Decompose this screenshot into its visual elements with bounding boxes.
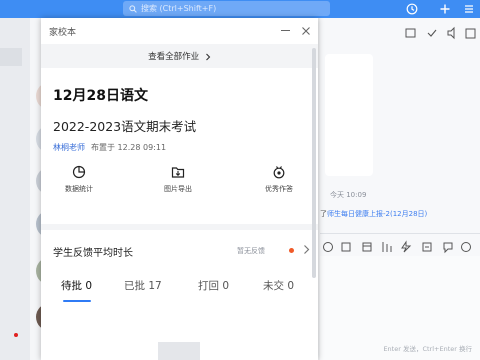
add-icon[interactable]	[438, 2, 452, 16]
assignment-card: 12月28日语文 2022-2023语文期末考试 林桐老师 布置于 12.28 0…	[41, 68, 318, 224]
action-label: 优秀作答	[265, 185, 293, 193]
speaker-icon	[447, 26, 455, 40]
folder-icon	[405, 28, 416, 38]
data-stats-icon	[54, 165, 104, 179]
action-label: 图片导出	[164, 185, 192, 193]
empty-state-illustration	[158, 342, 200, 360]
image-export-icon	[153, 165, 203, 179]
view-all-homework-link[interactable]: 查看全部作业	[41, 48, 318, 66]
feedback-status-dot	[289, 248, 294, 253]
more-icon	[465, 28, 476, 39]
excellent-answer-button[interactable]: 优秀作答	[254, 165, 304, 194]
nav-rail	[0, 18, 30, 360]
scrollbar[interactable]	[312, 48, 316, 278]
excellent-answer-icon	[254, 165, 304, 179]
teacher-name[interactable]: 林桐老师	[53, 143, 85, 152]
posted-time: 布置于 12.28 09:11	[91, 143, 167, 152]
tab-pending[interactable]: 待批 0	[61, 278, 92, 293]
input-hint: Enter 发送，Ctrl+Enter 换行	[383, 345, 472, 353]
search-placeholder: 搜索 (Ctrl+Shift+F)	[141, 4, 217, 13]
check-icon	[427, 29, 437, 37]
calendar-icon	[362, 242, 372, 252]
stats-icon	[382, 242, 392, 252]
view-all-label: 查看全部作业	[148, 52, 200, 62]
doc-icon	[422, 242, 432, 252]
input-toolbar	[320, 239, 480, 255]
tab-not-submitted[interactable]: 未交 0	[263, 278, 294, 293]
notice-link[interactable]: 师生每日健康上报-2(12月28日)	[327, 210, 427, 218]
chevron-right-icon	[303, 244, 310, 255]
assignment-meta: 林桐老师 布置于 12.28 09:11	[53, 142, 166, 153]
feedback-row[interactable]: 学生反馈平均时长 暂无反馈	[41, 230, 318, 270]
clock-icon	[461, 242, 471, 252]
system-notice: 了师生每日健康上报-2(12月28日)	[320, 209, 427, 219]
action-label: 数据统计	[65, 185, 93, 193]
rail-item[interactable]	[0, 48, 22, 66]
image-icon	[341, 242, 351, 252]
message-time: 今天 10:09	[330, 191, 367, 199]
minimize-icon[interactable]	[281, 30, 290, 31]
modal-titlebar: 家校本	[41, 18, 318, 44]
search-input[interactable]: 搜索 (Ctrl+Shift+F)	[123, 1, 330, 16]
emoji-icon	[323, 242, 333, 252]
data-stats-button[interactable]: 数据统计	[54, 165, 104, 194]
feedback-status: 暂无反馈	[237, 247, 265, 255]
tab-graded[interactable]: 已批 17	[124, 278, 162, 293]
divider	[320, 233, 480, 234]
chat-header-toolbar	[320, 26, 480, 42]
feedback-label: 学生反馈平均时长	[53, 248, 133, 259]
chevron-right-icon	[205, 53, 211, 61]
flash-icon	[401, 240, 412, 253]
image-export-button[interactable]: 图片导出	[153, 165, 203, 194]
history-icon[interactable]	[405, 2, 419, 16]
search-icon	[129, 4, 137, 13]
notice-prefix: 了	[320, 210, 327, 218]
modal-title: 家校本	[49, 28, 77, 38]
homework-modal: 家校本 查看全部作业 12月28日语文 2022-2023语文期末考试 林桐老师…	[41, 18, 318, 360]
close-icon[interactable]	[300, 25, 312, 37]
assignment-title: 2022-2023语文期末考试	[53, 119, 197, 134]
tab-returned[interactable]: 打回 0	[198, 278, 229, 293]
unread-badge	[14, 333, 18, 337]
active-tab-indicator	[63, 300, 91, 302]
message-card[interactable]	[325, 54, 373, 176]
menu-icon[interactable]	[462, 2, 476, 16]
grading-tabs: 待批 0 已批 17 打回 0 未交 0	[41, 266, 318, 360]
assignment-date-subject: 12月28日语文	[53, 88, 148, 104]
message-icon	[443, 242, 453, 254]
